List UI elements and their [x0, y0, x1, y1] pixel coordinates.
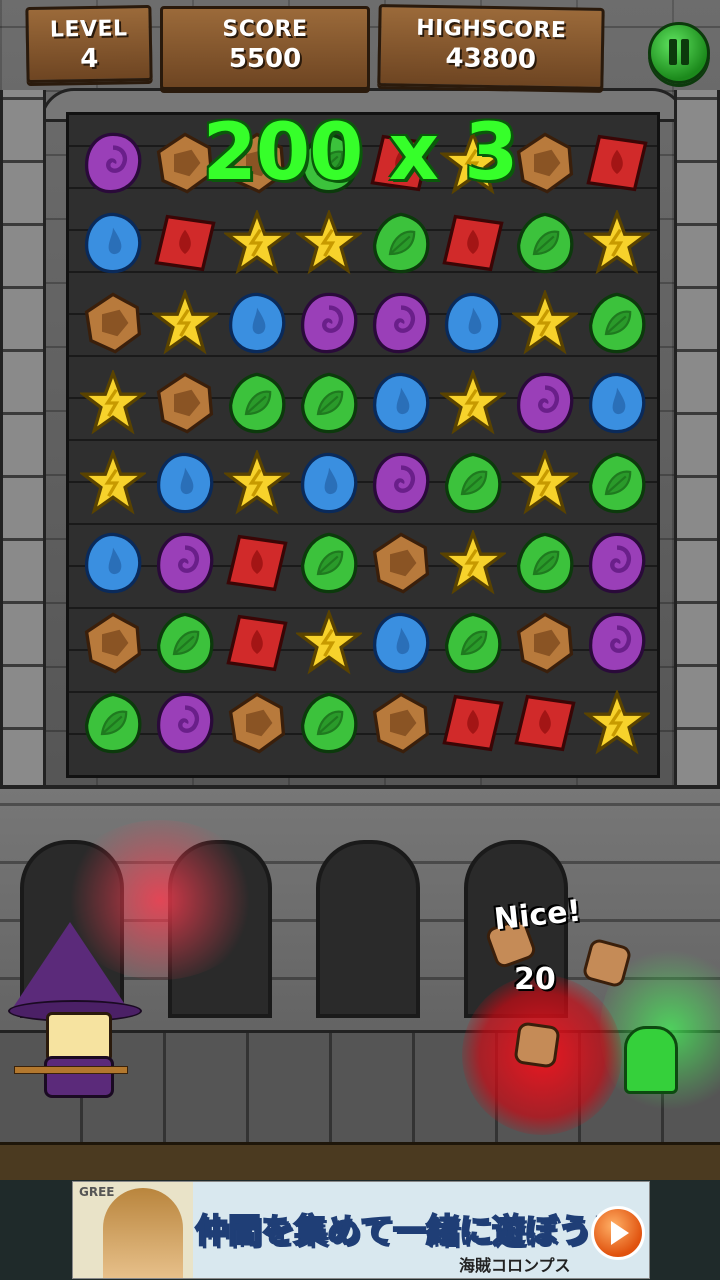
- gem-brown-rock[interactable]: [77, 283, 149, 363]
- combo-text: 200 x 3: [202, 108, 519, 198]
- score-value: 5500: [228, 44, 302, 74]
- ad-network-label: GREE: [79, 1185, 115, 1199]
- gem-purple-spiral[interactable]: [365, 283, 437, 363]
- green-slime-enemy: [624, 1026, 678, 1094]
- ad-character-image: [103, 1188, 183, 1278]
- gem-red-fire[interactable]: [149, 203, 221, 283]
- gem-red-fire[interactable]: [437, 203, 509, 283]
- gem-yellow-lightning-star[interactable]: [581, 683, 653, 763]
- highscore-value: 43800: [445, 43, 537, 75]
- pause-button[interactable]: [648, 22, 710, 84]
- gem-blue-water[interactable]: [149, 443, 221, 523]
- highscore-label: HIGHSCORE: [415, 15, 567, 44]
- gem-blue-water[interactable]: [365, 603, 437, 683]
- level-sign: LEVEL 4: [25, 4, 153, 84]
- fist-icon: [513, 1021, 561, 1069]
- gem-green-leaf[interactable]: [437, 443, 509, 523]
- gem-yellow-lightning-star[interactable]: [149, 283, 221, 363]
- gem-green-leaf[interactable]: [581, 283, 653, 363]
- gem-purple-spiral[interactable]: [149, 523, 221, 603]
- ad-play-icon[interactable]: [591, 1206, 645, 1260]
- gem-purple-spiral[interactable]: [509, 363, 581, 443]
- archway: [316, 840, 420, 1018]
- gem-brown-rock[interactable]: [365, 683, 437, 763]
- gem-purple-spiral[interactable]: [149, 683, 221, 763]
- gem-blue-water[interactable]: [77, 203, 149, 283]
- wizard-face: [46, 1012, 112, 1062]
- gem-grid: [77, 123, 653, 763]
- gem-blue-water[interactable]: [365, 363, 437, 443]
- gem-purple-spiral[interactable]: [581, 603, 653, 683]
- gem-red-fire[interactable]: [221, 523, 293, 603]
- gem-yellow-lightning-star[interactable]: [509, 443, 581, 523]
- wizard-staff: [14, 1066, 128, 1074]
- score-sign: SCORE 5500: [160, 6, 370, 90]
- gem-green-leaf[interactable]: [509, 203, 581, 283]
- pause-icon: [669, 39, 677, 65]
- gem-purple-spiral[interactable]: [293, 283, 365, 363]
- gem-green-leaf[interactable]: [293, 363, 365, 443]
- gem-blue-water[interactable]: [581, 363, 653, 443]
- gem-brown-rock[interactable]: [509, 603, 581, 683]
- gem-board: [66, 112, 660, 778]
- gem-green-leaf[interactable]: [149, 603, 221, 683]
- level-label: LEVEL: [49, 16, 128, 43]
- gem-green-leaf[interactable]: [293, 523, 365, 603]
- gem-blue-water[interactable]: [77, 523, 149, 603]
- wizard-body: [44, 1056, 114, 1098]
- ad-headline: 仲間を集めて一緒に遊ぼう！: [194, 1210, 625, 1251]
- gem-green-leaf[interactable]: [293, 683, 365, 763]
- gem-brown-rock[interactable]: [221, 683, 293, 763]
- gem-red-fire[interactable]: [509, 683, 581, 763]
- gem-blue-water[interactable]: [293, 443, 365, 523]
- gem-green-leaf[interactable]: [509, 523, 581, 603]
- gem-brown-rock[interactable]: [149, 363, 221, 443]
- level-value: 4: [79, 43, 99, 75]
- ground-band: [0, 1142, 720, 1183]
- gem-yellow-lightning-star[interactable]: [221, 203, 293, 283]
- gem-red-fire[interactable]: [221, 603, 293, 683]
- gem-yellow-lightning-star[interactable]: [509, 283, 581, 363]
- gem-yellow-lightning-star[interactable]: [437, 523, 509, 603]
- gem-yellow-lightning-star[interactable]: [77, 443, 149, 523]
- gem-blue-water[interactable]: [221, 283, 293, 363]
- gem-green-leaf[interactable]: [581, 443, 653, 523]
- gem-yellow-lightning-star[interactable]: [77, 363, 149, 443]
- gem-green-leaf[interactable]: [221, 363, 293, 443]
- gem-purple-spiral[interactable]: [581, 523, 653, 603]
- gem-yellow-lightning-star[interactable]: [581, 203, 653, 283]
- gem-yellow-lightning-star[interactable]: [221, 443, 293, 523]
- gem-green-leaf[interactable]: [437, 603, 509, 683]
- gem-purple-spiral[interactable]: [365, 443, 437, 523]
- gem-yellow-lightning-star[interactable]: [437, 363, 509, 443]
- damage-number: 20: [514, 962, 556, 997]
- gem-blue-water[interactable]: [437, 283, 509, 363]
- gem-green-leaf[interactable]: [365, 203, 437, 283]
- gem-brown-rock[interactable]: [365, 523, 437, 603]
- gem-yellow-lightning-star[interactable]: [293, 203, 365, 283]
- gem-brown-rock[interactable]: [77, 603, 149, 683]
- pause-icon-bar: [681, 39, 689, 65]
- ad-banner[interactable]: GREE 仲間を集めて一緒に遊ぼう！ 海賊コロンプス: [72, 1181, 650, 1279]
- gem-yellow-lightning-star[interactable]: [293, 603, 365, 683]
- gem-red-fire[interactable]: [437, 683, 509, 763]
- score-label: SCORE: [222, 17, 308, 42]
- ad-game-title: 海賊コロンプス: [459, 1256, 571, 1275]
- wizard-hat: [10, 922, 130, 1012]
- highscore-sign: HIGHSCORE 43800: [377, 4, 605, 90]
- gem-green-leaf[interactable]: [77, 683, 149, 763]
